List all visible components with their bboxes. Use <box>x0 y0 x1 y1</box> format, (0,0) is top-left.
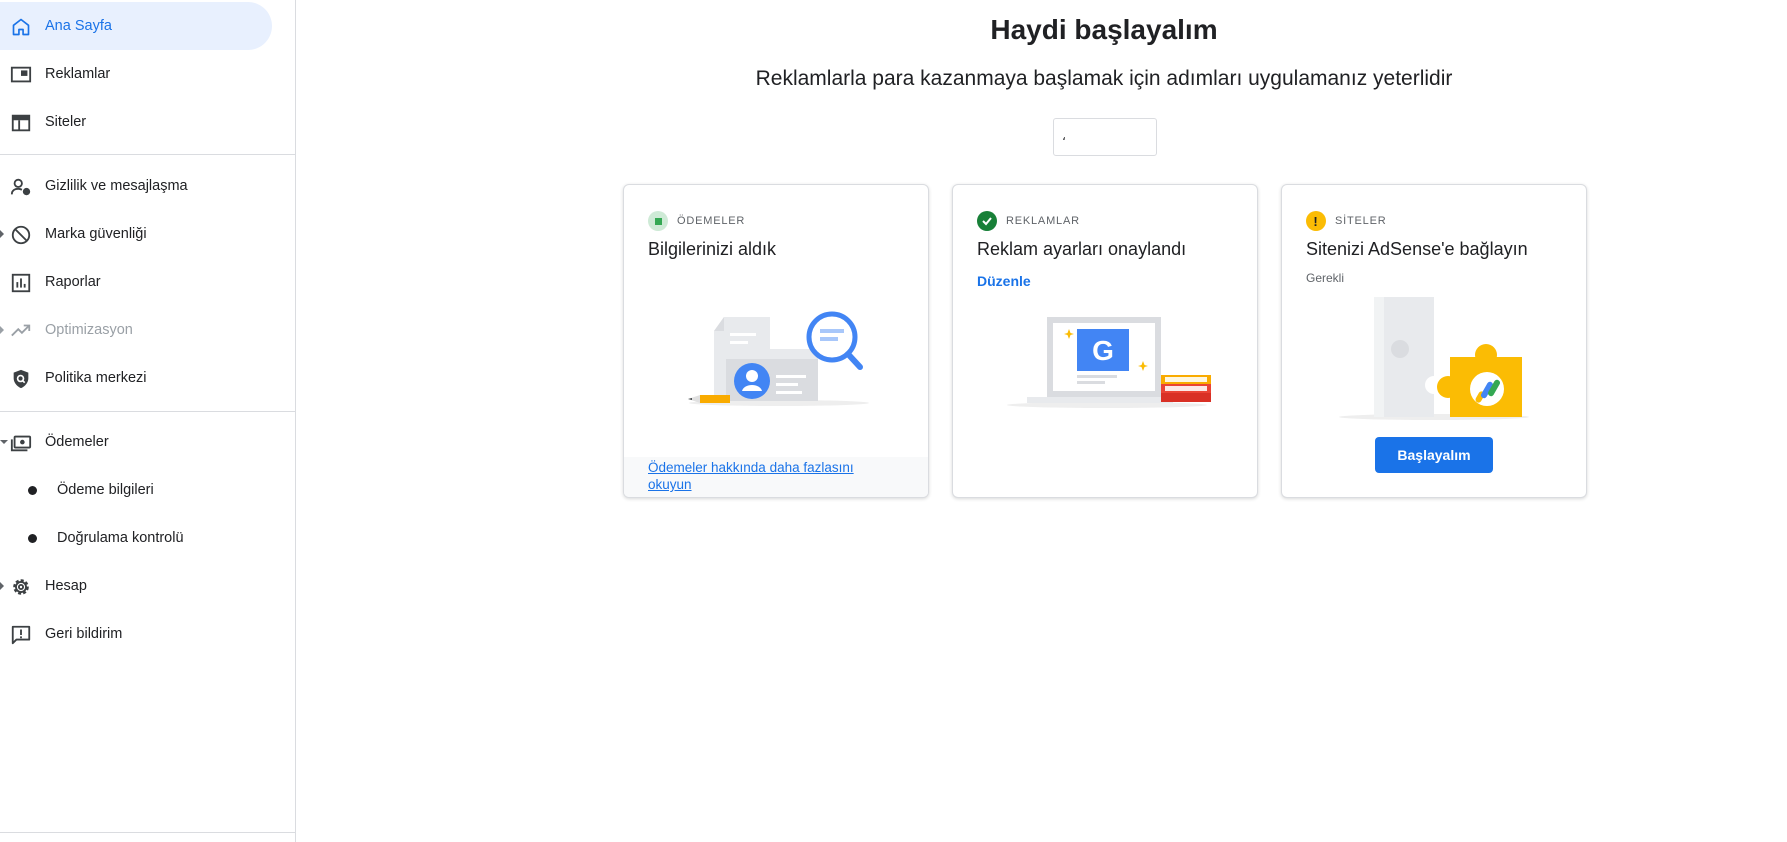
collapse-caret-icon <box>0 440 8 444</box>
sidebar-item-label: Siteler <box>45 114 87 130</box>
card-tag: ! SİTELER <box>1306 211 1386 231</box>
warning-icon: ! <box>1306 211 1326 231</box>
sidebar-subitem-payment-info[interactable]: Ödeme bilgileri <box>0 466 272 514</box>
edit-link[interactable]: Düzenle <box>977 273 1031 289</box>
sidebar-item-label: Geri bildirim <box>45 626 123 642</box>
bullet-icon <box>28 534 37 543</box>
sidebar: Ana Sayfa Reklamlar Siteler Gizlilik ve … <box>0 0 296 842</box>
sidebar-divider <box>0 154 296 155</box>
sidebar-item-label: Gizlilik ve mesajlaşma <box>45 178 188 194</box>
sidebar-item-label: Ödemeler <box>45 434 109 450</box>
page-subtitle: Reklamlarla para kazanmaya başlamak için… <box>755 67 1453 90</box>
privacy-icon <box>10 176 32 198</box>
expand-caret-icon <box>0 582 4 590</box>
gear-icon <box>10 576 32 598</box>
sidebar-item-home[interactable]: Ana Sayfa <box>0 2 272 50</box>
card-tag-label: REKLAMLAR <box>1006 215 1080 227</box>
sidebar-subitem-label: Ödeme bilgileri <box>57 482 154 498</box>
required-note: Gerekli <box>1306 271 1345 285</box>
sidebar-item-optimization[interactable]: Optimizasyon <box>0 306 272 354</box>
sidebar-divider <box>0 411 296 412</box>
card-title: Sitenizi AdSense'e bağlayın <box>1306 239 1528 259</box>
ads-illustration: G <box>1007 317 1211 408</box>
block-icon <box>10 224 32 246</box>
sidebar-item-label: Marka güvenliği <box>45 226 147 242</box>
payments-icon <box>10 432 32 454</box>
sidebar-item-feedback[interactable]: Geri bildirim <box>0 610 272 658</box>
home-icon <box>10 16 32 38</box>
sidebar-item-label: Hesap <box>45 578 87 594</box>
sidebar-divider <box>0 832 296 833</box>
check-circle-icon <box>977 211 997 231</box>
page-title: Haydi başlayalım <box>990 14 1218 45</box>
expand-caret-icon <box>0 326 4 334</box>
sidebar-item-account[interactable]: Hesap <box>0 562 272 610</box>
card-tag: ÖDEMELER <box>648 211 745 231</box>
trending-icon <box>10 320 32 342</box>
sites-card: ! SİTELER Sitenizi AdSense'e bağlayın Ge… <box>1281 184 1587 498</box>
card-title: Bilgilerinizi aldık <box>648 239 777 259</box>
sidebar-item-label: Reklamlar <box>45 66 111 82</box>
sidebar-item-label: Politika merkezi <box>45 370 147 386</box>
sidebar-item-privacy[interactable]: Gizlilik ve mesajlaşma <box>0 162 272 210</box>
card-title: Reklam ayarları onaylandı <box>977 239 1187 259</box>
card-tag: REKLAMLAR <box>977 211 1080 231</box>
bullet-icon <box>28 486 37 495</box>
get-started-button[interactable]: Başlayalım <box>1375 437 1493 473</box>
sidebar-item-label: Ana Sayfa <box>45 18 112 34</box>
policy-shield-icon <box>10 368 32 390</box>
expand-caret-icon <box>0 230 4 238</box>
sidebar-item-label: Optimizasyon <box>45 322 133 338</box>
sidebar-item-reports[interactable]: Raporlar <box>0 258 272 306</box>
sidebar-item-sites[interactable]: Siteler <box>0 98 272 146</box>
sidebar-subitem-verification[interactable]: Doğrulama kontrolü <box>0 514 272 562</box>
payments-card: ÖDEMELER Bilgilerinizi aldık Ödemeler ha… <box>623 184 929 498</box>
status-square-icon <box>648 211 668 231</box>
puzzle-illustration <box>1339 297 1529 420</box>
sidebar-item-label: Raporlar <box>45 274 101 290</box>
ads-card: REKLAMLAR Reklam ayarları onaylandı Düze… <box>952 184 1258 498</box>
card-footer: Ödemeler hakkında daha fazlasını okuyun <box>624 457 928 497</box>
sidebar-subitem-label: Doğrulama kontrolü <box>57 530 184 546</box>
payments-learn-more-link[interactable]: Ödemeler hakkında daha fazlasını okuyun <box>648 459 878 493</box>
card-tag-label: SİTELER <box>1335 215 1387 227</box>
payments-illustration <box>688 311 869 406</box>
feedback-icon <box>10 624 32 646</box>
sidebar-item-ads[interactable]: Reklamlar <box>0 50 272 98</box>
sites-icon <box>10 112 32 134</box>
sidebar-item-payments[interactable]: Ödemeler <box>0 418 272 466</box>
sidebar-item-brand-safety[interactable]: Marka güvenliği <box>0 210 272 258</box>
selection-dropdown[interactable]: ، <box>1053 118 1157 156</box>
card-tag-label: ÖDEMELER <box>677 215 746 227</box>
sidebar-item-policy-center[interactable]: Politika merkezi <box>0 354 272 402</box>
reports-icon <box>10 272 32 294</box>
svg-text:G: G <box>1092 335 1114 366</box>
ads-icon <box>10 64 32 86</box>
